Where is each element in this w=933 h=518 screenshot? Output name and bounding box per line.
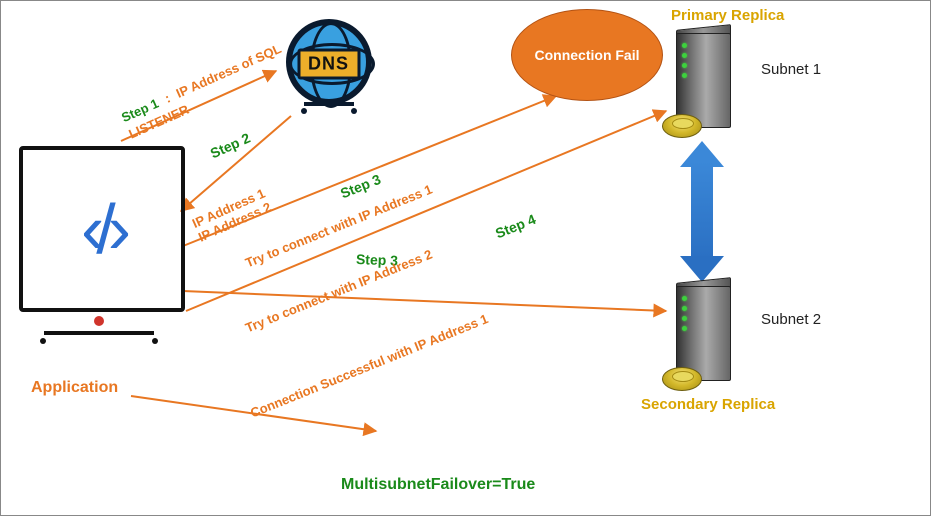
application-icon: ‹/› [19, 146, 179, 356]
dns-stand [304, 102, 354, 116]
step3a-text: Try to connect with IP Address 1 [243, 182, 434, 271]
step2-text: IP Address 1 IP Address 2 [190, 186, 274, 245]
step4-name: Step 4 [493, 211, 538, 242]
code-icon: ‹/› [81, 189, 123, 269]
step3b-text: Try to connect with IP Address 2 [243, 247, 434, 336]
database-disc-icon [662, 114, 702, 138]
subnet2-label: Subnet 2 [761, 311, 821, 328]
application-label: Application [31, 379, 118, 397]
step3a-name: Step 3 [338, 171, 383, 202]
monitor-stand-dot [94, 316, 104, 326]
connection-fail-bubble: Connection Fail [511, 9, 663, 101]
connection-fail-text: Connection Fail [535, 47, 640, 64]
monitor-screen: ‹/› [19, 146, 185, 312]
primary-server-icon [676, 33, 731, 128]
diagram-canvas: ‹/› Application DNS Connection Fail Prim… [0, 0, 931, 516]
secondary-replica-label: Secondary Replica [641, 396, 775, 413]
dns-tag: DNS [297, 48, 360, 79]
replication-arrow-body [691, 161, 713, 261]
arrow-step4-lower [131, 396, 376, 431]
step1-text: IP Address of SQL LISTENER [126, 41, 283, 142]
database-disc-icon [662, 367, 702, 391]
step3b-name: Step 3 [356, 251, 399, 268]
secondary-server-icon [676, 286, 731, 381]
step1-name: Step 1 [119, 96, 161, 126]
subnet1-label: Subnet 1 [761, 61, 821, 78]
arrow-step4-upper [186, 111, 666, 311]
footer-setting: MultisubnetFailover=True [341, 476, 535, 494]
arrow-step3b [183, 291, 666, 311]
primary-replica-label: Primary Replica [671, 7, 784, 24]
monitor-base [44, 331, 154, 343]
arrow-step3a [183, 96, 556, 246]
step1-group: Step 1 : IP Address of SQL LISTENER [119, 40, 292, 143]
step2-name: Step 2 [208, 130, 253, 162]
step4-text: Connection Successful with IP Address 1 [248, 311, 490, 420]
arrow-step2 [181, 116, 291, 211]
dns-icon: DNS [276, 11, 381, 116]
